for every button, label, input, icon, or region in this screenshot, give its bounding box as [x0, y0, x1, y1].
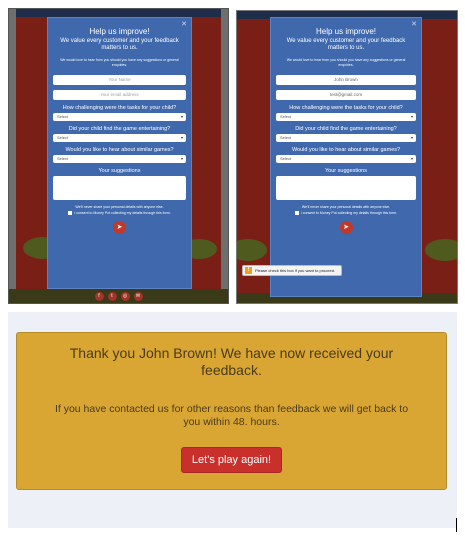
email-icon[interactable]: ✉ — [133, 292, 143, 301]
thank-you-card: Thank you John Brown! We have now receiv… — [16, 332, 447, 490]
chevron-down-icon: ▾ — [180, 114, 183, 119]
question-entertaining: Did your child find the game entertainin… — [68, 126, 171, 132]
consent-checkbox[interactable] — [68, 211, 73, 215]
consent-label: I consent to Money Pot collecting my det… — [74, 211, 171, 215]
chevron-down-icon: ▾ — [410, 156, 413, 161]
suggestions-label: Your suggestions — [98, 168, 141, 174]
select-value: Select — [57, 135, 69, 140]
select-value: Select — [57, 156, 69, 161]
question-entertaining: Did your child find the game entertainin… — [295, 126, 397, 132]
privacy-note: We'll never share your personal details … — [301, 205, 391, 209]
modal-intro: We would love to hear from you should yo… — [60, 58, 179, 67]
tooltip-text: Please check this box if you want to pro… — [255, 268, 336, 273]
feedback-modal: ✕ Help us improve! We value every custom… — [270, 17, 422, 297]
name-input[interactable]: Your Name — [53, 75, 186, 85]
thank-you-screenshot: Thank you John Brown! We have now receiv… — [8, 312, 457, 528]
suggestions-textarea[interactable] — [276, 176, 416, 200]
composite-screenshot: ✕ Help us improve! We value every custom… — [0, 0, 465, 539]
question-challenge: How challenging were the tasks for your … — [62, 105, 177, 111]
select-value: Select — [280, 135, 292, 140]
instagram-icon[interactable]: ◎ — [120, 292, 130, 301]
consent-row: I consent to Money Pot collecting my det… — [48, 211, 191, 215]
entertaining-select[interactable]: Select ▾ — [276, 134, 416, 142]
challenge-select[interactable]: Select ▾ — [53, 113, 186, 121]
top-bar — [9, 9, 228, 17]
background-shape — [425, 239, 457, 261]
select-value: Select — [280, 156, 292, 161]
right-border — [221, 9, 228, 303]
privacy-note: We'll never share your personal details … — [75, 205, 164, 209]
thank-you-body: If you have contacted us for other reaso… — [54, 403, 409, 428]
name-input[interactable]: John Brown — [276, 75, 416, 85]
modal-title: Help us improve! — [315, 27, 377, 36]
suggestions-textarea[interactable] — [53, 176, 186, 200]
paper-plane-icon[interactable]: ➤ — [113, 221, 126, 234]
similar-games-select[interactable]: Select ▾ — [276, 155, 416, 163]
close-icon[interactable]: ✕ — [181, 20, 187, 28]
email-input[interactable]: test@gmail.com — [276, 90, 416, 100]
left-border — [9, 9, 16, 303]
question-similar-games: Would you like to hear about similar gam… — [65, 147, 174, 153]
consent-row: I consent to Money Pot collecting my det… — [271, 211, 421, 215]
modal-intro: We would love to hear from you should yo… — [286, 58, 406, 67]
validation-tooltip: ! Please check this box if you want to p… — [242, 265, 342, 276]
chevron-down-icon: ▾ — [410, 135, 413, 140]
text-cursor — [456, 518, 457, 532]
filled-form-screenshot: ✕ Help us improve! We value every custom… — [236, 10, 458, 304]
twitter-icon[interactable]: t — [107, 292, 117, 301]
chevron-down-icon: ▾ — [180, 135, 183, 140]
select-value: Select — [280, 114, 292, 119]
modal-subtitle: We value every customer and your feedbac… — [286, 38, 406, 51]
paper-plane-icon[interactable]: ➤ — [339, 221, 353, 234]
empty-form-screenshot: ✕ Help us improve! We value every custom… — [8, 8, 229, 304]
question-challenge: How challenging were the tasks for your … — [289, 105, 403, 111]
close-icon[interactable]: ✕ — [411, 20, 417, 28]
similar-games-select[interactable]: Select ▾ — [53, 155, 186, 163]
suggestions-label: Your suggestions — [325, 168, 367, 174]
challenge-select[interactable]: Select ▾ — [276, 113, 416, 121]
consent-label: I consent to Money Pot collecting my det… — [300, 211, 398, 215]
play-again-button[interactable]: Let's play again! — [180, 447, 283, 473]
thank-you-heading: Thank you John Brown! We have now receiv… — [69, 345, 394, 378]
facebook-icon[interactable]: f — [94, 292, 104, 301]
modal-subtitle: We value every customer and your feedbac… — [60, 38, 179, 51]
modal-title: Help us improve! — [89, 27, 150, 36]
chevron-down-icon: ▾ — [180, 156, 183, 161]
entertaining-select[interactable]: Select ▾ — [53, 134, 186, 142]
feedback-modal: ✕ Help us improve! We value every custom… — [47, 17, 192, 289]
email-input[interactable]: Your email address — [53, 90, 186, 100]
background-shape — [237, 239, 267, 261]
question-similar-games: Would you like to hear about similar gam… — [291, 147, 401, 153]
warning-icon: ! — [245, 267, 252, 274]
consent-checkbox[interactable] — [294, 211, 299, 215]
chevron-down-icon: ▾ — [410, 114, 413, 119]
select-value: Select — [57, 114, 69, 119]
social-links: f t ◎ ✉ — [9, 292, 228, 301]
